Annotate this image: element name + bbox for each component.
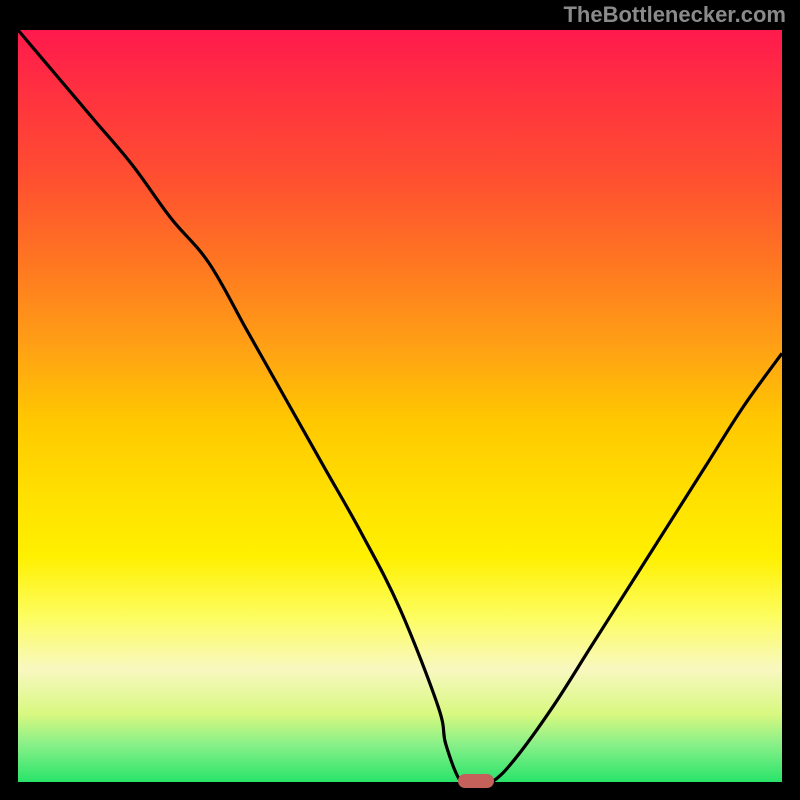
chart-frame: TheBottlenecker.com	[0, 0, 800, 800]
optimum-marker	[458, 774, 494, 788]
plot-area	[18, 30, 782, 782]
bottleneck-curve	[18, 30, 782, 782]
source-watermark: TheBottlenecker.com	[563, 2, 786, 28]
curve-path	[18, 30, 782, 785]
